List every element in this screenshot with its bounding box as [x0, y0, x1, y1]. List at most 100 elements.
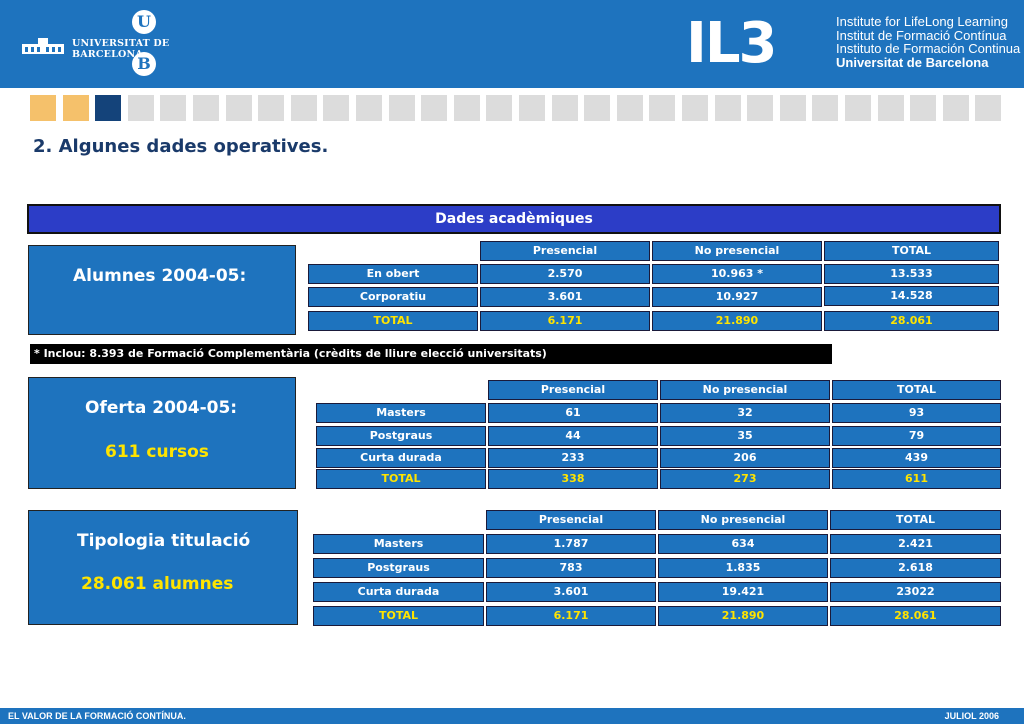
table-cell: 13.533 [824, 264, 999, 284]
row-label: Masters [316, 403, 486, 423]
table-cell: 14.528 [824, 286, 999, 306]
nav-square [356, 95, 382, 121]
nav-square [30, 95, 56, 121]
table-header: TOTAL [830, 510, 1001, 530]
row-label: Postgraus [316, 426, 486, 446]
nav-square [584, 95, 611, 121]
table-cell: 3.601 [480, 287, 650, 307]
nav-square [486, 95, 513, 121]
table-cell: 79 [832, 426, 1001, 446]
nav-square [747, 95, 774, 121]
table-cell: 2.570 [480, 264, 650, 284]
alumnes-box: Alumnes 2004-05: [28, 245, 296, 335]
row-label: Curta durada [316, 448, 486, 468]
nav-square [95, 95, 122, 121]
table-cell: 10.927 [652, 287, 822, 307]
table-header: TOTAL [832, 380, 1001, 400]
il3-line: Universitat de Barcelona [836, 54, 989, 70]
total-label: TOTAL [308, 311, 478, 331]
row-label: Masters [313, 534, 484, 554]
nav-square [290, 95, 317, 121]
il3-line: Instituto de Formación Continua [836, 41, 1021, 56]
row-label: En obert [308, 264, 478, 284]
table-cell: 2.618 [830, 558, 1001, 578]
table-header: Presencial [480, 241, 650, 261]
table-cell: 783 [486, 558, 656, 578]
row-label: Postgraus [313, 558, 484, 578]
total-cell: 21.890 [658, 606, 828, 626]
nav-square [942, 95, 969, 121]
table-cell: 93 [832, 403, 1001, 423]
page-title: 2. Algunes dades operatives. [33, 136, 329, 157]
il3-logo: IL3 [686, 11, 777, 76]
nav-square [975, 95, 1002, 121]
table-cell: 32 [660, 403, 830, 423]
total-cell: 338 [488, 469, 658, 489]
header-bar: U UNIVERSITAT DE BARCELONA B IL3 Institu… [0, 0, 1024, 88]
il3-line: Institut de Formació Contínua [836, 27, 1007, 43]
total-cell: 6.171 [480, 311, 650, 331]
oferta-subtitle: 611 cursos [105, 442, 209, 462]
table-cell: 44 [488, 426, 658, 446]
table-header: No presencial [652, 241, 822, 261]
table-cell: 1.835 [658, 558, 828, 578]
ub-b-emblem: B [132, 52, 156, 76]
table-cell: 61 [488, 403, 658, 423]
nav-square [421, 95, 448, 121]
nav-square [388, 95, 415, 121]
total-cell: 21.890 [652, 311, 822, 331]
alumnes-title: Alumnes 2004-05: [73, 266, 247, 286]
footer-bar: EL VALOR DE LA FORMACIÓ CONTÍNUA. JULIOL… [0, 708, 1024, 724]
table-cell: 35 [660, 426, 830, 446]
section-banner: Dades acadèmiques [27, 204, 1001, 234]
table-cell: 439 [832, 448, 1001, 468]
nav-square [225, 95, 252, 121]
table-cell: 206 [660, 448, 830, 468]
table-header: TOTAL [824, 241, 999, 261]
total-cell: 611 [832, 469, 1001, 489]
il3-line: Institute for LifeLong Learning [836, 14, 1009, 29]
nav-square [127, 95, 154, 121]
nav-square [519, 95, 545, 121]
table-cell: 634 [658, 534, 828, 554]
total-label: TOTAL [316, 469, 486, 489]
nav-square [845, 95, 871, 121]
ub-u-emblem: U [132, 10, 156, 34]
total-cell: 273 [660, 469, 830, 489]
table-header: Presencial [486, 510, 656, 530]
total-cell: 6.171 [486, 606, 656, 626]
nav-square [258, 95, 285, 121]
total-cell: 28.061 [824, 311, 999, 331]
oferta-box: Oferta 2004-05: 611 cursos [28, 377, 296, 489]
tipologia-title: Tipologia titulació [77, 531, 251, 551]
nav-square [649, 95, 676, 121]
row-label: Corporatiu [308, 287, 478, 307]
nav-square [62, 95, 89, 121]
table-cell: 23022 [830, 582, 1001, 602]
table-header: No presencial [660, 380, 830, 400]
table-cell: 3.601 [486, 582, 656, 602]
table-cell: 10.963 * [652, 264, 822, 284]
nav-square [910, 95, 937, 121]
nav-square [616, 95, 643, 121]
nav-square [812, 95, 839, 121]
table-header: Presencial [488, 380, 658, 400]
nav-square [714, 95, 741, 121]
footer-left-text: EL VALOR DE LA FORMACIÓ CONTÍNUA. [8, 711, 186, 721]
nav-square [682, 95, 708, 121]
nav-square [193, 95, 219, 121]
ub-logo: U UNIVERSITAT DE BARCELONA B [20, 8, 230, 80]
nav-square [877, 95, 904, 121]
building-icon [22, 38, 64, 54]
total-label: TOTAL [313, 606, 484, 626]
oferta-title: Oferta 2004-05: [85, 398, 238, 418]
row-label: Curta durada [313, 582, 484, 602]
table-cell: 2.421 [830, 534, 1001, 554]
footnote: * Inclou: 8.393 de Formació Complementàr… [30, 344, 832, 364]
nav-square [323, 95, 350, 121]
tipologia-subtitle: 28.061 alumnes [81, 574, 234, 594]
il3-institute-names: Institute for LifeLong Learning Institut… [836, 15, 1020, 69]
table-cell: 233 [488, 448, 658, 468]
nav-square [779, 95, 806, 121]
footer-date: JULIOL 2006 [944, 711, 999, 721]
